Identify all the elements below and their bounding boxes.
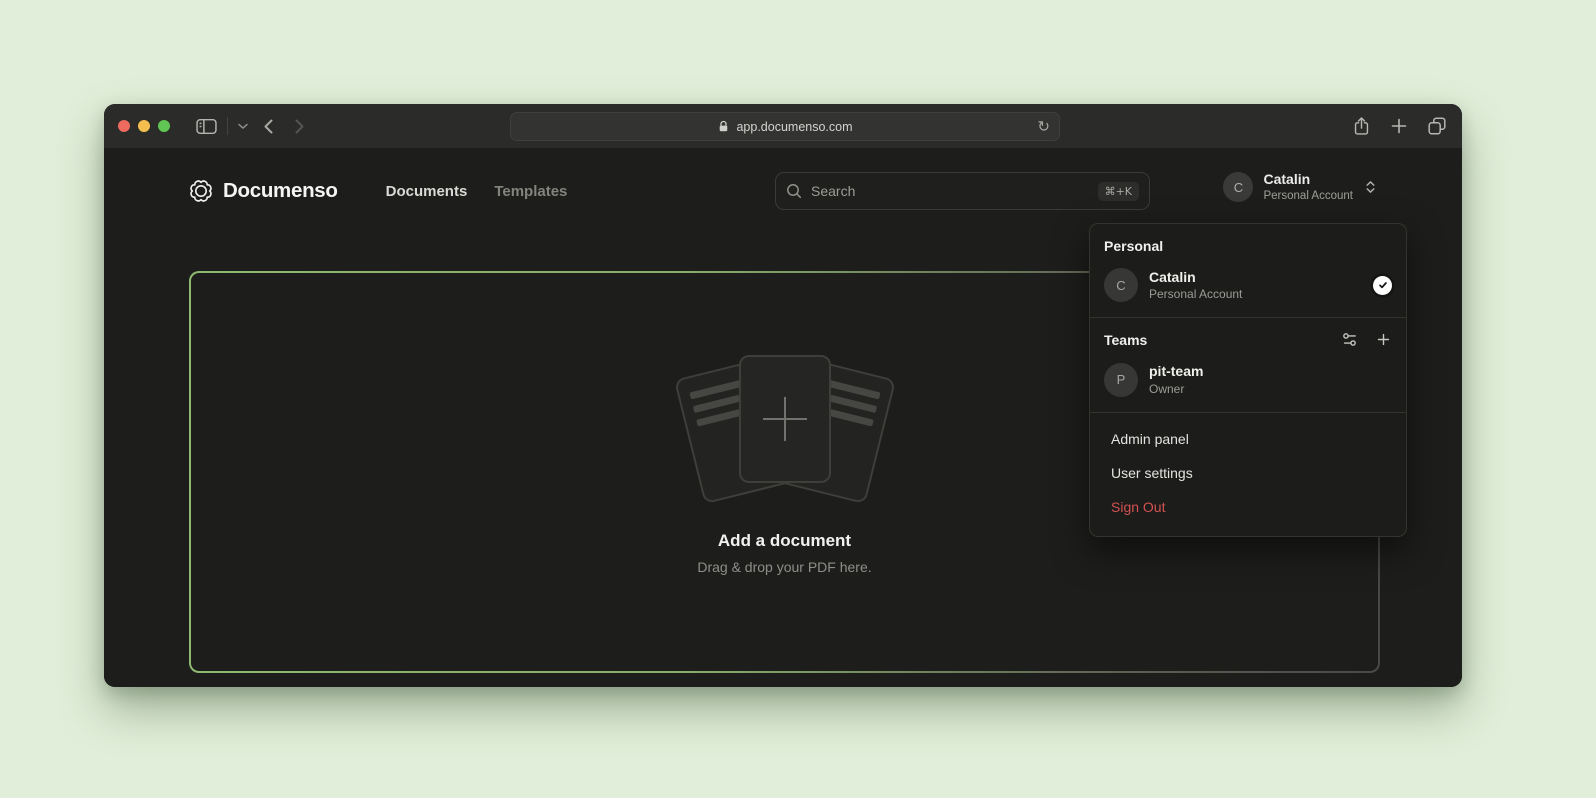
avatar: C — [1223, 172, 1253, 202]
menu-item-admin-panel[interactable]: Admin panel — [1102, 422, 1394, 456]
document-card-center — [739, 355, 831, 483]
chevron-down-icon — [238, 123, 248, 130]
window-controls — [118, 120, 170, 132]
browser-toolbar: app.documenso.com ↻ — [104, 104, 1462, 148]
tabs-icon — [1428, 117, 1446, 135]
selected-check-icon — [1373, 276, 1392, 295]
dropzone-title: Add a document — [718, 531, 851, 551]
account-name: Catalin — [1263, 171, 1353, 189]
page-content: Documenso Documents Templates Search ⌘+K… — [104, 148, 1462, 687]
zoom-button[interactable] — [158, 120, 170, 132]
tab-overview-button[interactable] — [1428, 117, 1446, 135]
plus-icon — [1391, 118, 1407, 134]
team-role: Owner — [1149, 381, 1203, 397]
back-button[interactable] — [264, 119, 273, 134]
browser-window: app.documenso.com ↻ — [104, 104, 1462, 687]
address-bar[interactable]: app.documenso.com ↻ — [510, 112, 1060, 141]
menu-item-user-settings[interactable]: User settings — [1102, 456, 1394, 490]
add-plus-icon — [763, 397, 807, 441]
personal-account-text: Catalin Personal Account — [1149, 268, 1242, 302]
personal-account-item[interactable]: C Catalin Personal Account — [1102, 262, 1394, 308]
nav-templates[interactable]: Templates — [494, 183, 567, 200]
team-item[interactable]: P pit-team Owner — [1102, 356, 1394, 402]
main-nav: Documents Templates — [386, 183, 568, 200]
refresh-button[interactable]: ↻ — [1037, 119, 1050, 134]
document-cards-illustration — [672, 355, 898, 507]
lock-icon — [717, 120, 730, 133]
brand-name: Documenso — [223, 179, 338, 203]
minimize-button[interactable] — [138, 120, 150, 132]
personal-account-subtitle: Personal Account — [1149, 286, 1242, 302]
close-button[interactable] — [118, 120, 130, 132]
sidebar-dropdown-button[interactable] — [238, 123, 248, 130]
sidebar-icon — [196, 118, 217, 135]
teams-header-actions — [1341, 331, 1392, 348]
account-dropdown-menu: Personal C Catalin Personal Account Team… — [1089, 223, 1407, 537]
search-icon — [786, 183, 802, 199]
search-placeholder: Search — [811, 183, 855, 199]
nav-documents[interactable]: Documents — [386, 183, 468, 200]
forward-arrow-icon — [295, 119, 304, 134]
teams-section-header: Teams — [1102, 327, 1394, 356]
toolbar-divider — [227, 117, 228, 135]
avatar: C — [1104, 268, 1138, 302]
search-shortcut-badge: ⌘+K — [1098, 182, 1139, 201]
toolbar-right-controls — [1353, 104, 1446, 148]
chevrons-up-down-icon — [1363, 179, 1378, 195]
personal-account-name: Catalin — [1149, 268, 1242, 286]
menu-divider — [1090, 317, 1406, 318]
settings-sliders-icon — [1341, 331, 1358, 348]
new-tab-button[interactable] — [1391, 118, 1407, 134]
team-text: pit-team Owner — [1149, 362, 1203, 396]
menu-item-sign-out[interactable]: Sign Out — [1102, 490, 1394, 524]
documenso-logo-icon — [188, 178, 214, 204]
app-header: Documenso Documents Templates Search ⌘+K… — [188, 168, 1378, 214]
team-name: pit-team — [1149, 362, 1203, 380]
account-text: Catalin Personal Account — [1263, 171, 1353, 203]
share-icon — [1353, 116, 1370, 136]
teams-section-label: Teams — [1104, 332, 1147, 348]
toolbar-nav-controls — [170, 117, 304, 135]
share-button[interactable] — [1353, 116, 1370, 136]
account-menu-button[interactable]: C Catalin Personal Account — [1223, 171, 1378, 203]
back-arrow-icon — [264, 119, 273, 134]
menu-divider — [1090, 412, 1406, 413]
avatar: P — [1104, 363, 1138, 397]
sidebar-toggle-button[interactable] — [196, 118, 217, 135]
plus-icon — [1375, 331, 1392, 348]
create-team-button[interactable] — [1375, 331, 1392, 348]
manage-teams-button[interactable] — [1341, 331, 1358, 348]
search-input[interactable]: Search ⌘+K — [775, 172, 1150, 210]
forward-button[interactable] — [295, 119, 304, 134]
account-subtitle: Personal Account — [1263, 189, 1353, 204]
dropzone-subtitle: Drag & drop your PDF here. — [697, 559, 871, 575]
url-text: app.documenso.com — [736, 120, 852, 134]
personal-section-label: Personal — [1102, 236, 1394, 262]
brand-logo[interactable]: Documenso — [188, 178, 338, 204]
